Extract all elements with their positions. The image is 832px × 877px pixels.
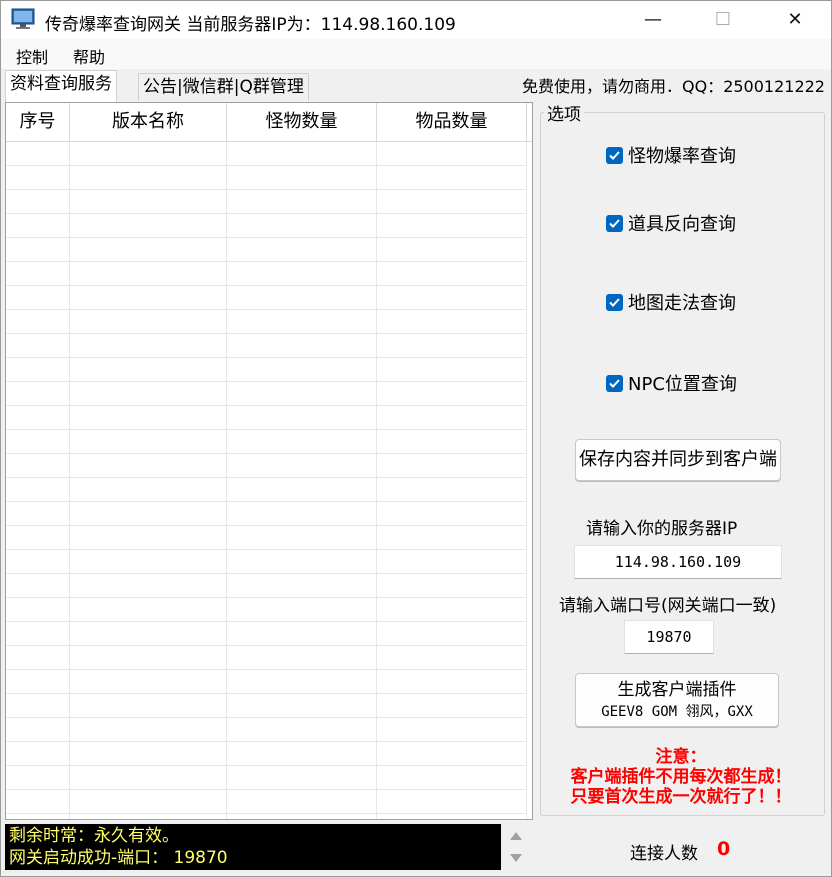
table-row[interactable] [6,550,526,574]
checkbox-label: 道具反向查询 [628,214,736,235]
log-line: 网关启动成功-端口： 19870 [9,848,228,868]
table-row[interactable] [6,622,526,646]
checkbox-item-reverse[interactable]: 道具反向查询 [606,212,736,235]
table-row[interactable] [6,502,526,526]
menu-bar: 控制 帮助 [1,39,831,69]
scroll-up-arrow-icon[interactable] [510,832,522,840]
app-window: 传奇爆率查询网关 当前服务器IP为：114.98.160.109 — ☐ ✕ 控… [0,0,832,877]
close-button[interactable]: ✕ [765,1,825,39]
table-row[interactable] [6,646,526,670]
column-header-monster-count[interactable]: 怪物数量 [227,103,377,141]
connections-label: 连接人数 [630,844,698,864]
port-label: 请输入端口号(网关端口一致) [559,596,777,616]
server-ip-label: 请输入你的服务器IP [586,519,738,539]
connections-count: 0 [717,838,731,860]
tab-strip: 资料查询服务 公告|微信群|Q群管理 免费使用，请勿商用．QQ：25001212… [1,70,831,102]
title-bar[interactable]: 传奇爆率查询网关 当前服务器IP为：114.98.160.109 — ☐ ✕ [1,1,831,39]
checkbox-checked-icon[interactable] [606,374,623,392]
table-row[interactable] [6,286,526,310]
table-row[interactable] [6,238,526,262]
maximize-button[interactable]: ☐ [693,1,753,39]
menu-control[interactable]: 控制 [16,44,48,68]
menu-help[interactable]: 帮助 [73,44,105,68]
table-row[interactable] [6,790,526,814]
table-row[interactable] [6,406,526,430]
column-header-item-count[interactable]: 物品数量 [377,103,527,141]
table-row[interactable] [6,166,526,190]
generate-plugin-engines: GEEV8 GOM 翎风，GXX [601,704,753,720]
grid-divider [526,142,527,819]
warning-title: 注意： [655,747,707,767]
table-row[interactable] [6,742,526,766]
table-row[interactable] [6,526,526,550]
log-line: 剩余时常：永久有效。 [9,826,179,846]
table-row[interactable] [6,334,526,358]
grid-header: 序号 版本名称 怪物数量 物品数量 [6,103,532,142]
options-panel: 选项 怪物爆率查询 道具反向查询 地图走法查询 NPC位置查询 保存内容并同步到… [536,100,826,816]
table-row[interactable] [6,142,526,166]
checkbox-checked-icon[interactable] [606,293,623,311]
table-row[interactable] [6,598,526,622]
table-row[interactable] [6,766,526,790]
table-row[interactable] [6,670,526,694]
checkbox-checked-icon[interactable] [606,214,623,232]
table-row[interactable] [6,382,526,406]
generate-plugin-button[interactable]: 生成客户端插件 GEEV8 GOM 翎风，GXX [575,673,779,727]
monitor-icon [11,8,35,29]
checkbox-label: NPC位置查询 [628,374,737,395]
scroll-down-arrow-icon[interactable] [510,854,522,862]
minimize-button[interactable]: — [623,1,683,39]
port-input[interactable]: 19870 [624,620,714,654]
table-row[interactable] [6,190,526,214]
table-row[interactable] [6,478,526,502]
data-grid[interactable]: 序号 版本名称 怪物数量 物品数量 [5,102,533,820]
save-sync-button[interactable]: 保存内容并同步到客户端 [575,439,781,481]
table-row[interactable] [6,694,526,718]
table-row[interactable] [6,262,526,286]
checkbox-label: 怪物爆率查询 [628,146,736,167]
log-console[interactable]: 剩余时常：永久有效。 网关启动成功-端口： 19870 [5,824,501,870]
warning-line-2: 只要首次生成一次就行了！！ [570,787,792,807]
table-row[interactable] [6,574,526,598]
log-scrollbar[interactable] [503,824,529,870]
options-legend: 选项 [544,100,584,125]
window-title: 传奇爆率查询网关 当前服务器IP为：114.98.160.109 [45,15,456,35]
free-use-notice: 免费使用，请勿商用．QQ：2500121222 [522,77,825,96]
generate-plugin-label: 生成客户端插件 [617,680,737,700]
column-header-version-name[interactable]: 版本名称 [70,103,227,141]
table-row[interactable] [6,718,526,742]
table-row[interactable] [6,310,526,334]
warning-line-1: 客户端插件不用每次都生成！ [570,767,792,787]
table-row[interactable] [6,454,526,478]
table-row[interactable] [6,430,526,454]
checkbox-checked-icon[interactable] [606,146,623,164]
table-row[interactable] [6,214,526,238]
checkbox-map-route[interactable]: 地图走法查询 [606,291,736,314]
tab-data-query[interactable]: 资料查询服务 [5,70,117,102]
checkbox-npc-location[interactable]: NPC位置查询 [606,372,737,395]
column-header-index[interactable]: 序号 [6,103,70,141]
checkbox-monster-drop[interactable]: 怪物爆率查询 [606,144,736,167]
checkbox-label: 地图走法查询 [628,293,736,314]
table-row[interactable] [6,358,526,382]
tab-announcements[interactable]: 公告|微信群|Q群管理 [138,73,309,101]
grid-body[interactable] [6,142,532,819]
server-ip-input[interactable]: 114.98.160.109 [574,545,782,579]
